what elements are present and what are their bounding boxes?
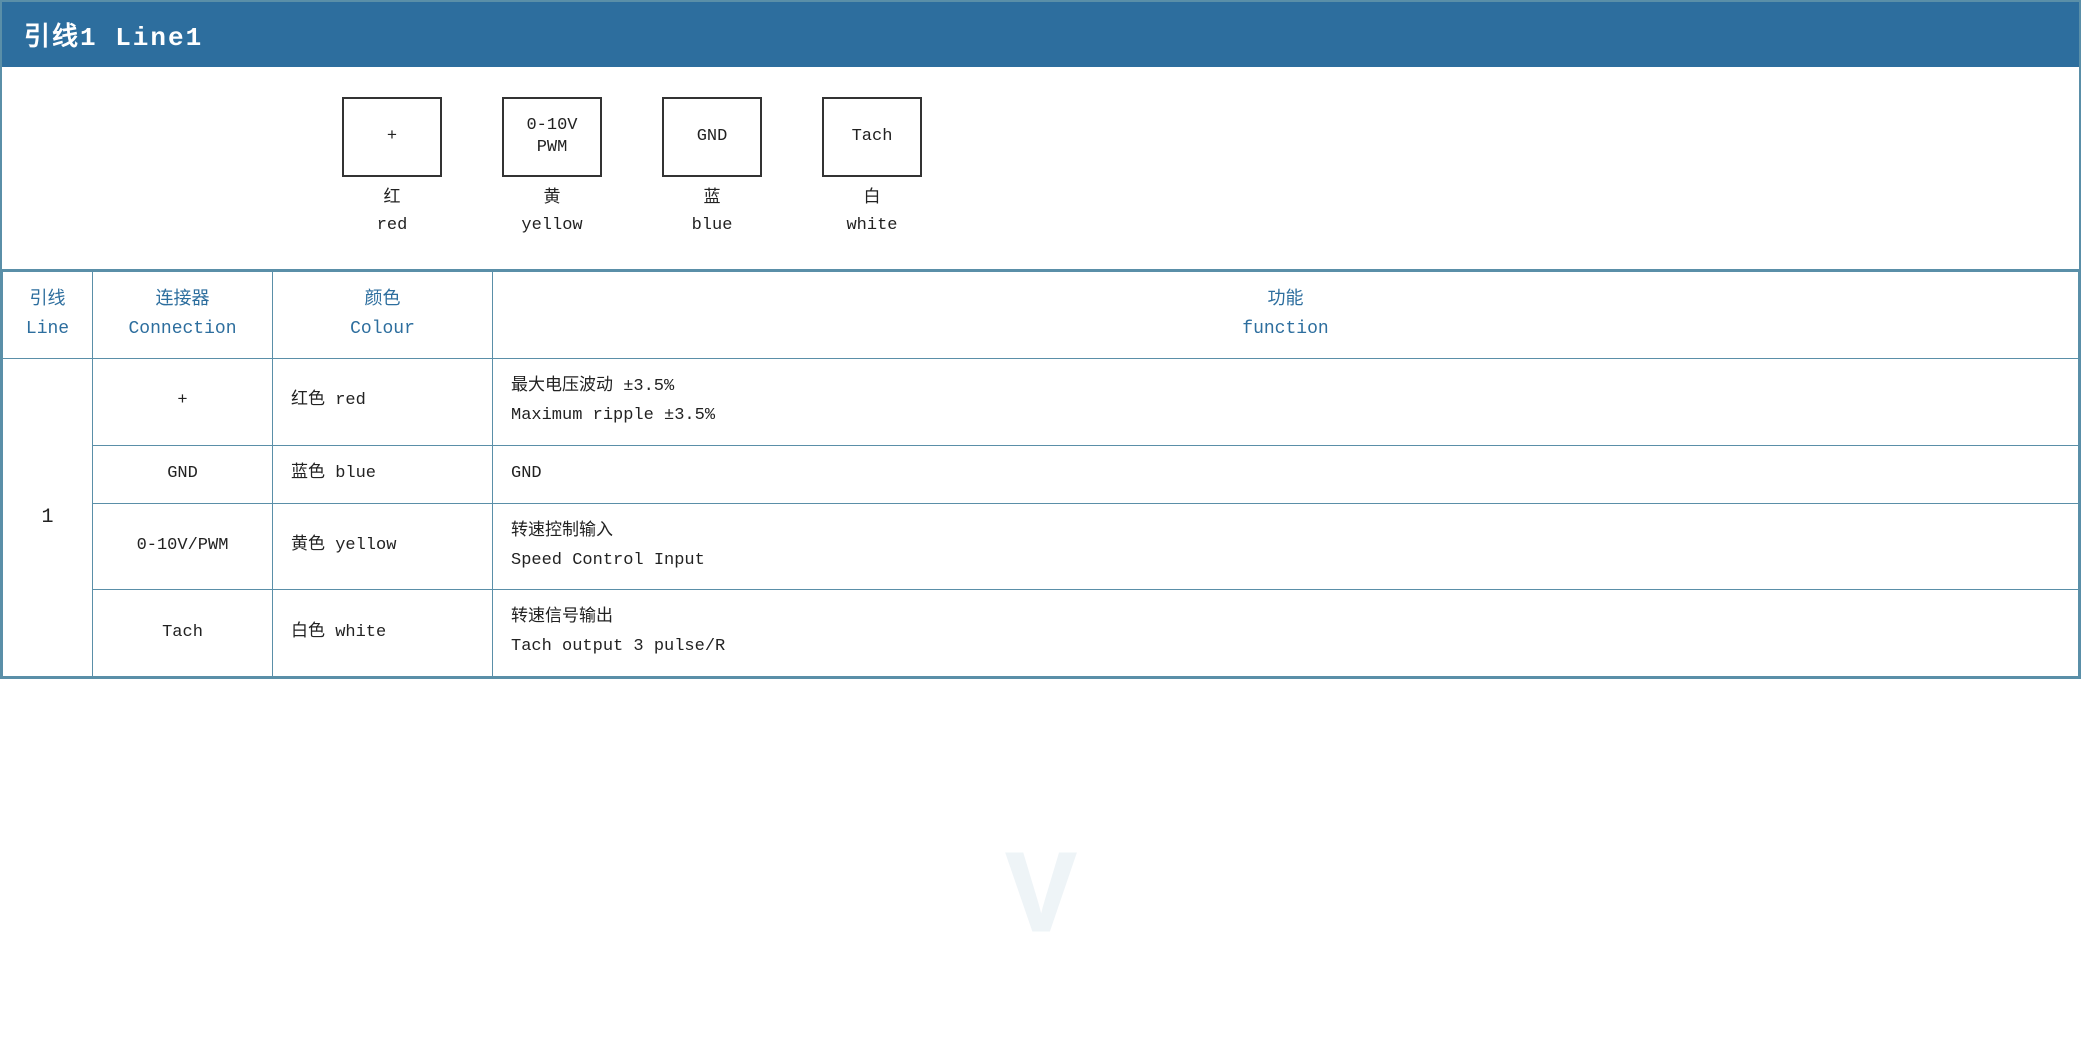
conn-plus-label: + [177,391,187,410]
conn-pwm-row: 0-10V/PWM [93,503,273,590]
conn-plus: + [93,358,273,445]
conn-tach-row: Tach [93,590,273,677]
table-header-row: 引线 Line 连接器 Connection 颜色 Colour [3,272,2079,359]
header-colour-en: Colour [350,319,415,339]
connector-en-plus: red [377,212,408,239]
title-cell: 引线1 Line1 [1,1,2080,67]
connector-zh-tach: 白 [846,185,897,212]
func-gnd: GND [493,445,2079,503]
func-speed-control: 转速控制输入 Speed Control Input [493,503,2079,590]
func-tach: 转速信号输出 Tach output 3 pulse/R [493,590,2079,677]
header-conn-zh: 连接器 [156,290,210,310]
connector-en-tach: white [846,212,897,239]
connector-gnd: GND 蓝 blue [662,97,762,239]
connector-zh-plus: 红 [377,185,408,212]
connector-label-gnd: 蓝 blue [692,185,733,239]
connector-label-pwm: 黄 yellow [521,185,582,239]
header-func: 功能 function [493,272,2079,359]
header-connection: 连接器 Connection [93,272,273,359]
func-ripple-en: Maximum ripple ±3.5% [511,402,2060,431]
header-func-en: function [1242,319,1328,339]
conn-pwm-label: 0-10V/PWM [137,536,229,555]
header-func-zh: 功能 [1268,290,1304,310]
header-colour: 颜色 Colour [273,272,493,359]
table-row: 1 + 红色 red 最大电压波动 ±3.5% Maximum ripple ±… [3,358,2079,445]
colour-blue-label: 蓝色 blue [291,464,376,483]
diagram-area: + 红 red 0-10VPWM 黄 yellow [22,97,2059,239]
func-tach-en: Tach output 3 pulse/R [511,633,2060,662]
func-ripple-zh: 最大电压波动 ±3.5% [511,373,2060,402]
colour-red: 红色 red [273,358,493,445]
table-row: 0-10V/PWM 黄色 yellow 转速控制输入 Speed Control… [3,503,2079,590]
connector-label-tach: 白 white [846,185,897,239]
conn-tach-label: Tach [162,623,203,642]
header-line-en: Line [26,319,69,339]
conn-gnd-label: GND [167,464,198,483]
colour-white: 白色 white [273,590,493,677]
func-ripple: 最大电压波动 ±3.5% Maximum ripple ±3.5% [493,358,2079,445]
connector-en-pwm: yellow [521,212,582,239]
colour-red-label: 红色 red [291,391,366,410]
connector-plus: + 红 red [342,97,442,239]
colour-yellow: 黄色 yellow [273,503,493,590]
page-title: 引线1 Line1 [24,23,203,53]
connector-box-tach: Tach [822,97,922,177]
connector-label-plus: 红 red [377,185,408,239]
svg-text:V: V [1004,833,1076,969]
func-speed-en: Speed Control Input [511,547,2060,576]
func-speed-zh: 转速控制输入 [511,518,2060,547]
connector-box-gnd: GND [662,97,762,177]
header-colour-zh: 颜色 [365,290,401,310]
conn-gnd: GND [93,445,273,503]
header-line: 引线 Line [3,272,93,359]
table-row: GND 蓝色 blue GND [3,445,2079,503]
diagram-cell: + 红 red 0-10VPWM 黄 yellow [1,67,2080,270]
table-row: Tach 白色 white 转速信号输出 Tach output 3 pulse… [3,590,2079,677]
outer-table: 引线1 Line1 + 红 red 0-10VPWM [0,0,2081,679]
connector-zh-gnd: 蓝 [692,185,733,212]
connector-pwm: 0-10VPWM 黄 yellow [502,97,602,239]
connector-box-plus: + [342,97,442,177]
line-number-1: 1 [3,358,93,676]
connector-box-pwm: 0-10VPWM [502,97,602,177]
connector-tach: Tach 白 white [822,97,922,239]
colour-yellow-label: 黄色 yellow [291,536,396,555]
header-conn-en: Connection [128,319,236,339]
connector-en-gnd: blue [692,212,733,239]
data-table: 引线 Line 连接器 Connection 颜色 Colour [2,271,2079,677]
connector-zh-pwm: 黄 [521,185,582,212]
colour-white-label: 白色 white [291,623,386,642]
colour-blue: 蓝色 blue [273,445,493,503]
func-gnd-zh: GND [511,460,2060,489]
func-tach-zh: 转速信号输出 [511,604,2060,633]
header-line-zh: 引线 [30,290,66,310]
